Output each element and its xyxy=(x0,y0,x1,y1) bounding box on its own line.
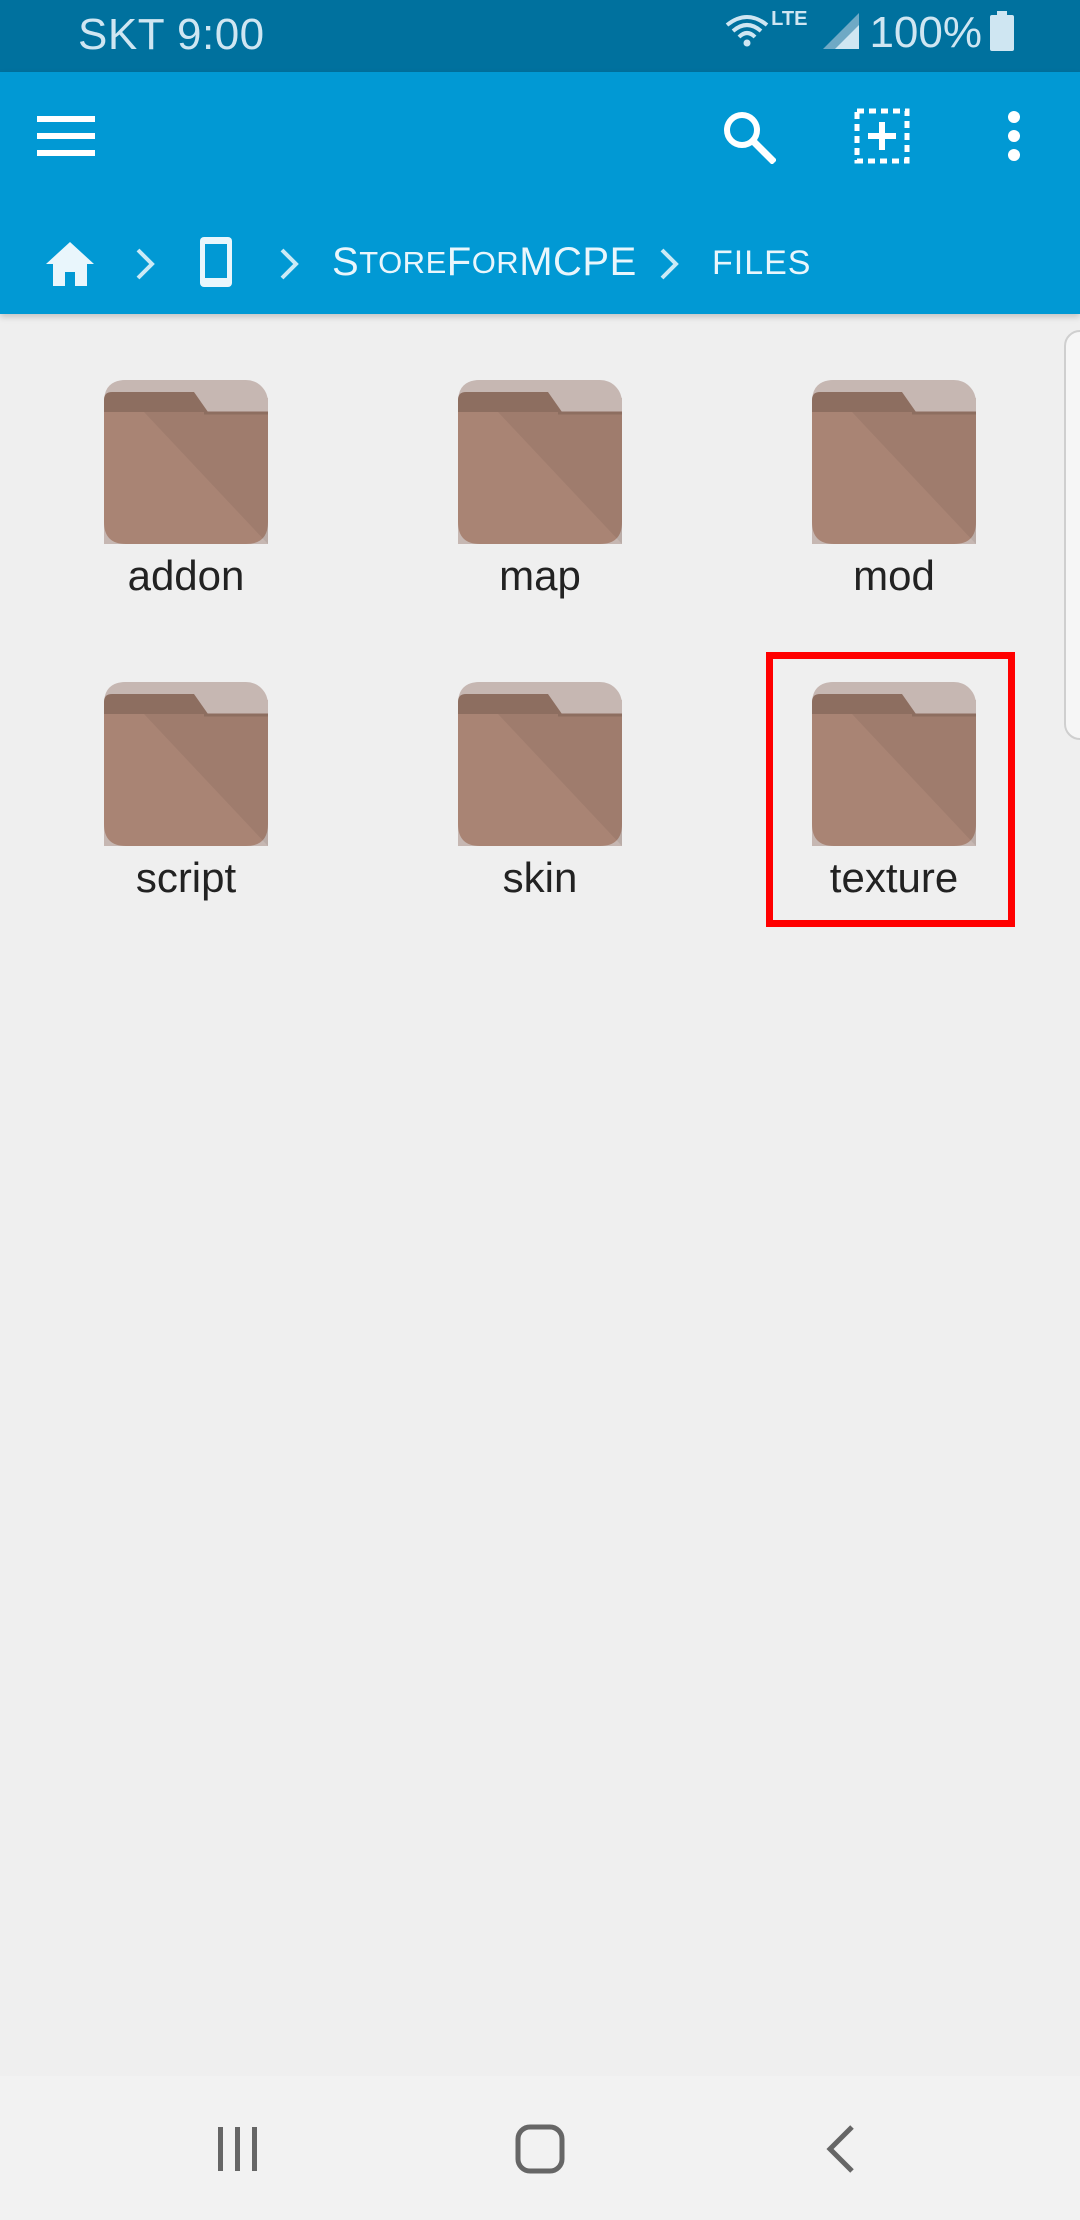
breadcrumb-files[interactable]: FILES xyxy=(712,244,811,283)
folder-icon xyxy=(812,682,976,846)
home-button-icon xyxy=(514,2123,566,2180)
app-bar: S TORE F OR MCPE FILES xyxy=(0,72,1080,314)
folder-icon xyxy=(458,380,622,544)
breadcrumb: S TORE F OR MCPE FILES xyxy=(0,222,1080,302)
recent-apps-button[interactable] xyxy=(198,2116,278,2186)
folder-label: texture xyxy=(829,854,959,901)
phone-icon xyxy=(198,235,234,294)
status-bar: SKT 9:00 LTE 100% xyxy=(0,0,1080,72)
recent-apps-icon xyxy=(214,2125,262,2178)
search-button[interactable] xyxy=(708,98,788,178)
breadcrumb-device[interactable] xyxy=(198,234,238,294)
folder-addon[interactable]: addon xyxy=(61,340,311,610)
signal-icon xyxy=(821,11,861,56)
chevron-right-icon xyxy=(274,244,304,284)
network-type: LTE xyxy=(771,7,808,30)
more-vert-icon xyxy=(1006,110,1022,167)
folder-label: map xyxy=(499,552,581,599)
breadcrumb-home[interactable] xyxy=(44,236,104,296)
folder-script[interactable]: script xyxy=(61,642,311,912)
folder-icon xyxy=(458,682,622,846)
back-icon xyxy=(822,2123,862,2180)
menu-button[interactable] xyxy=(26,98,106,178)
home-button[interactable] xyxy=(500,2116,580,2186)
folder-icon xyxy=(104,380,268,544)
menu-icon xyxy=(37,114,95,163)
battery-level: 100% xyxy=(869,8,982,57)
folder-icon xyxy=(104,682,268,846)
carrier-time: SKT 9:00 xyxy=(78,10,265,59)
select-icon xyxy=(854,108,910,169)
search-icon xyxy=(720,108,777,169)
back-button[interactable] xyxy=(802,2116,882,2186)
chevron-right-icon xyxy=(130,244,160,284)
select-button[interactable] xyxy=(842,98,922,178)
edge-panel-handle[interactable] xyxy=(1064,330,1080,740)
folder-label: mod xyxy=(853,552,935,599)
folder-icon xyxy=(812,380,976,544)
folder-map[interactable]: map xyxy=(415,340,665,610)
navigation-bar xyxy=(0,2076,1080,2220)
folder-label: addon xyxy=(127,552,245,599)
chevron-right-icon xyxy=(654,244,684,284)
wifi-icon xyxy=(725,13,769,54)
folder-texture[interactable]: texture xyxy=(769,642,1019,912)
more-options-button[interactable] xyxy=(974,98,1054,178)
folder-skin[interactable]: skin xyxy=(415,642,665,912)
folder-label: script xyxy=(135,854,237,901)
battery-icon xyxy=(990,10,1014,56)
breadcrumb-storeformcpe[interactable]: S TORE F OR MCPE xyxy=(332,240,637,285)
status-icons: LTE 100% xyxy=(725,8,1014,58)
folder-mod[interactable]: mod xyxy=(769,340,1019,610)
folder-label: skin xyxy=(502,854,578,901)
home-icon xyxy=(44,240,96,293)
